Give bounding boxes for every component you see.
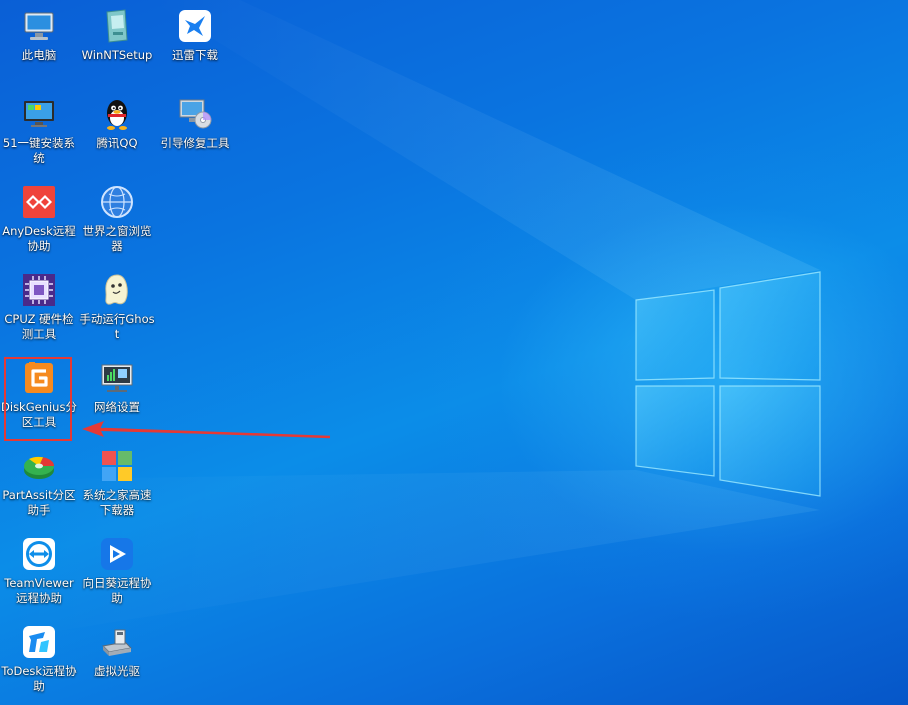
desktop-icon-winntsetup[interactable]: WinNTSetup <box>78 4 156 63</box>
desktop-icon-label: 51一键安装系统 <box>2 136 76 165</box>
thunder-bird-icon <box>177 8 213 44</box>
qq-penguin-icon <box>99 96 135 132</box>
desktop-icon-label: 引导修复工具 <box>160 136 230 150</box>
desktop-icon-todesk[interactable]: ToDesk远程协助 <box>0 620 78 694</box>
desktop-icon-label: 网络设置 <box>94 400 140 414</box>
desktop-icon-teamviewer[interactable]: TeamViewer远程协助 <box>0 532 78 606</box>
desktop-icon-label: ToDesk远程协助 <box>1 664 77 693</box>
desktop-icon-theworld-browser[interactable]: 世界之窗浏览器 <box>78 180 156 254</box>
monitor-install-icon <box>21 96 57 132</box>
todesk-icon <box>21 624 57 660</box>
desktop-icon-virtual-drive[interactable]: 虚拟光驱 <box>78 620 156 679</box>
desktop-icon-label: 迅雷下载 <box>172 48 218 62</box>
computer-icon <box>21 8 57 44</box>
desktop-icon-partassist[interactable]: PartAssit分区助手 <box>0 444 78 518</box>
desktop-icon-label: WinNTSetup <box>81 48 153 62</box>
desktop-icon-label: TeamViewer远程协助 <box>4 576 74 605</box>
desktop-icon-ghost[interactable]: 手动运行Ghost <box>78 268 156 342</box>
desktop-icon-qq[interactable]: 腾讯QQ <box>78 92 156 151</box>
desktop-icon-label: 向日葵远程协助 <box>82 576 152 605</box>
desktop-icon-xitongzhijia[interactable]: 系统之家高速下载器 <box>78 444 156 518</box>
desktop-icon-51-install[interactable]: 51一键安装系统 <box>0 92 78 166</box>
desktop-icon-this-pc[interactable]: 此电脑 <box>0 4 78 63</box>
sunlogin-icon <box>99 536 135 572</box>
network-monitor-icon <box>99 360 135 396</box>
windows-tiles-icon <box>99 448 135 484</box>
highlight-box <box>4 357 72 441</box>
anydesk-icon <box>21 184 57 220</box>
globe-icon <box>99 184 135 220</box>
desktop-icon-network-settings[interactable]: 网络设置 <box>78 356 156 415</box>
desktop-icon-label: 世界之窗浏览器 <box>82 224 152 253</box>
desktop-icon-label: CPUZ 硬件检测工具 <box>4 312 74 341</box>
cpu-chip-icon <box>21 272 57 308</box>
desktop-icon-sunlogin[interactable]: 向日葵远程协助 <box>78 532 156 606</box>
desktop-icon-boot-repair[interactable]: 引导修复工具 <box>156 92 234 151</box>
teamviewer-icon <box>21 536 57 572</box>
partition-disk-icon <box>21 448 57 484</box>
desktop-icon-anydesk[interactable]: AnyDesk远程协助 <box>0 180 78 254</box>
desktop-icon-label: 此电脑 <box>21 48 57 62</box>
desktop-icon-label: 系统之家高速下载器 <box>82 488 152 517</box>
desktop-icon-label: AnyDesk远程协助 <box>2 224 76 253</box>
desktop-icon-cpuz[interactable]: CPUZ 硬件检测工具 <box>0 268 78 342</box>
boot-repair-icon <box>177 96 213 132</box>
desktop-icon-label: PartAssit分区助手 <box>2 488 76 517</box>
desktop[interactable]: 此电脑 WinNTSetup 迅雷下载 51一键安装系统 腾讯QQ 引导修复工具… <box>0 0 908 705</box>
desktop-icon-xunlei[interactable]: 迅雷下载 <box>156 4 234 63</box>
ghost-icon <box>99 272 135 308</box>
desktop-icon-label: 腾讯QQ <box>96 136 138 150</box>
virtual-drive-icon <box>99 624 135 660</box>
desktop-icon-label: 手动运行Ghost <box>79 312 155 341</box>
desktop-icon-label: 虚拟光驱 <box>94 664 140 678</box>
installer-icon <box>99 8 135 44</box>
